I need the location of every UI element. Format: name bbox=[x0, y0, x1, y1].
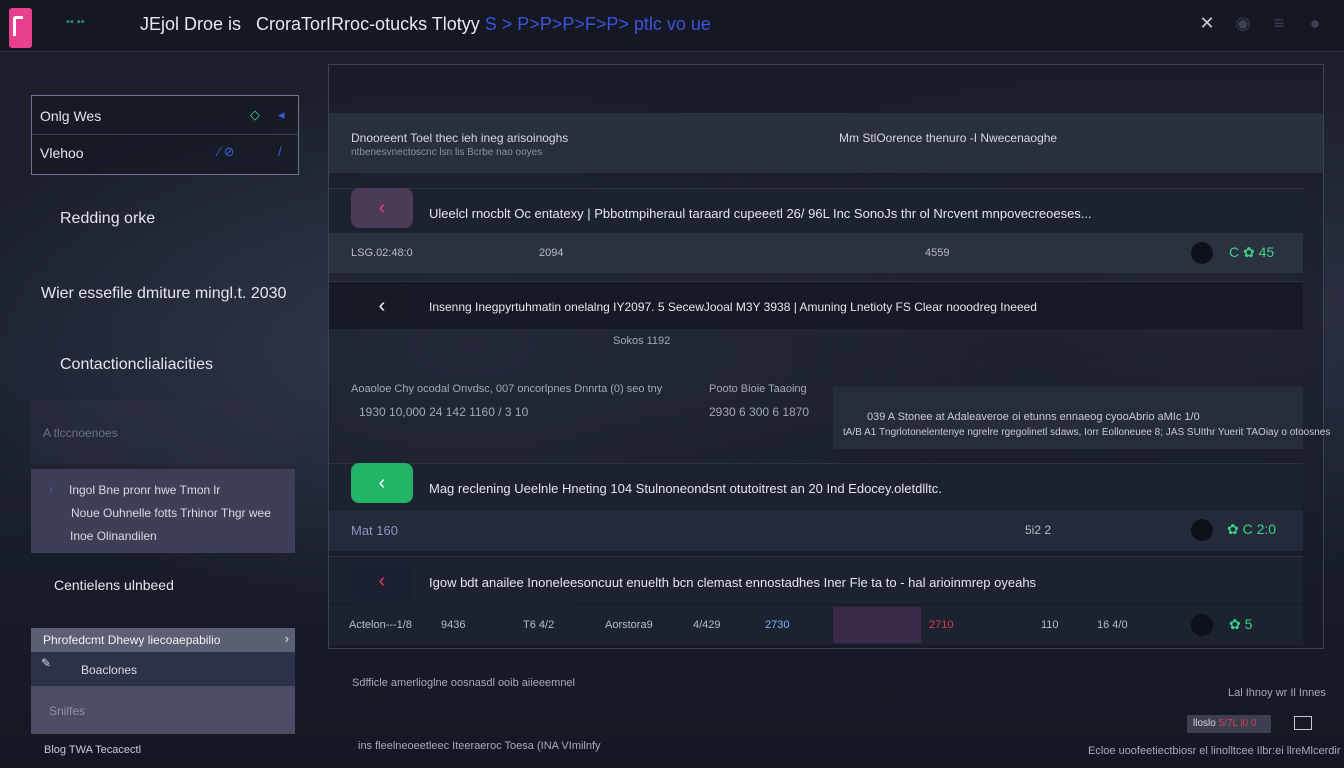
back-button[interactable]: ‹ bbox=[351, 188, 413, 228]
footer-right-1: Lal Ihnoy wr Il Innes bbox=[1228, 687, 1326, 699]
back-button[interactable]: ‹ bbox=[351, 463, 413, 503]
footer-right-2: Ecloe uoofeetiectbiosr el linolltcee Ilb… bbox=[1088, 745, 1344, 757]
panel-header: Dnooreent Toel thec ieh ineg arisoinoghs… bbox=[329, 113, 1323, 173]
card-line-1: Ingol Bne pronr hwe Tmon lr bbox=[69, 483, 221, 497]
table-cell: 2730 bbox=[765, 619, 790, 631]
table-cell: 16 4/0 bbox=[1097, 619, 1128, 631]
dim-item-label: Snilfes bbox=[49, 704, 86, 718]
arrow-icon: ◂ bbox=[278, 107, 285, 122]
edit-icon: ✎ bbox=[41, 656, 52, 670]
selected-item-label: Phrofedcmt Dhewy liecoaepabilio bbox=[43, 633, 221, 647]
sidebar-item-redding[interactable]: Redding orke bbox=[60, 210, 372, 228]
sidebar-footer-text: Blog TWA Tecacectl bbox=[44, 744, 142, 756]
sub-item-label: Boaclones bbox=[81, 663, 138, 677]
sidebar-info-card[interactable]: › Ingol Bne pronr hwe Tmon lr Noue Ouhne… bbox=[31, 469, 295, 553]
box-divider bbox=[32, 134, 298, 135]
sidebar-item-selected[interactable]: Phrofedcmt Dhewy liecoaepabilio › bbox=[31, 628, 295, 652]
alert-line-1: 039 A Stonee at Adaleaveroe oi etunns en… bbox=[867, 411, 1200, 423]
summary-line-3: Pooto Bioie Taaoing bbox=[709, 383, 807, 395]
list-item-text: Mag reclening Ueelnle Hneting 104 Stulno… bbox=[429, 481, 942, 496]
sidebar-item-dim[interactable]: Snilfes bbox=[31, 686, 295, 734]
stat-value-a: 2094 bbox=[539, 247, 564, 259]
app-title: JEjol Droe is CroraTorIRroc-otucks Tloty… bbox=[140, 14, 711, 34]
footer-chip[interactable]: lloslo 5/7L i0 0 bbox=[1187, 715, 1271, 733]
footer-line-1: Sdfficle amerlioglne oosnasdl ooib aiiee… bbox=[352, 677, 575, 689]
list-item-stats: LSG.02:48:0 2094 4559 C ✿ 45 bbox=[329, 233, 1303, 273]
list-item[interactable]: ‹ Insenng Inegpyrtuhmatin onelalng IY209… bbox=[329, 281, 1303, 329]
summary-line-2: 1930 10,000 24 142 1160 / 3 10 bbox=[359, 405, 529, 419]
status-dot-icon bbox=[1191, 242, 1213, 264]
status-icons: ✿ 5 bbox=[1229, 616, 1253, 632]
header-line-1: Dnooreent Toel thec ieh ineg arisoinoghs bbox=[351, 131, 569, 145]
sidebar-subitem[interactable]: ✎ Boaclones bbox=[31, 652, 295, 686]
sidebar-row-secondary[interactable]: Vlehoo bbox=[40, 145, 84, 161]
sidebar-row-primary[interactable]: Onlg Wes bbox=[40, 108, 101, 124]
summary-line-1: Aoaoloe Chy ocodal Onvdsc, 007 oncorlpne… bbox=[351, 383, 663, 395]
settings-icon[interactable]: ◉ bbox=[1232, 12, 1254, 34]
sidebar-item-essefile[interactable]: Wier essefile dmiture mingl.t. 2030 bbox=[41, 285, 353, 303]
link-icon: ⁄ ⊘ bbox=[218, 144, 235, 159]
back-button[interactable]: ‹ bbox=[351, 561, 413, 601]
slash-icon: / bbox=[278, 144, 282, 159]
list-item-text: Uleelcl rnocblt Oc entatexy | Pbbotmpihe… bbox=[429, 206, 1092, 221]
sidebar-section-label: A tlccnoenoes bbox=[43, 426, 118, 440]
status-dot-icon bbox=[1191, 519, 1213, 541]
list-item[interactable]: ‹ Igow bdt anailee Inoneleesoncuut enuel… bbox=[329, 556, 1303, 604]
table-cell: 110 bbox=[1041, 619, 1059, 631]
table-cell: Actelon---1/8 bbox=[349, 619, 412, 631]
status-icons: C ✿ 45 bbox=[1229, 244, 1275, 260]
footer-chip-value: 5/7L i0 0 bbox=[1218, 718, 1257, 729]
close-x-icon[interactable]: ✕ bbox=[1196, 12, 1218, 34]
alert-line-2: tA/B A1 Tngrlotonelentenye ngrelre rgego… bbox=[843, 427, 1331, 438]
footer-line-2: ins fleelneoeetleec Iteeraeroc Toesa (IN… bbox=[358, 740, 601, 752]
profile-icon[interactable]: ● bbox=[1304, 12, 1326, 34]
status-glyphs: ▪▪ ▪▪ bbox=[66, 16, 85, 28]
sidebar-section-dim: A tlccnoenoes bbox=[31, 400, 295, 464]
stat-value-b: 4559 bbox=[925, 247, 950, 259]
stat-time: LSG.02:48:0 bbox=[351, 247, 413, 259]
table-cell: 4/429 bbox=[693, 619, 721, 631]
top-bar: ▪▪ ▪▪ JEjol Droe is CroraTorIRroc-otucks… bbox=[0, 0, 1344, 52]
status-dot-icon bbox=[1191, 614, 1213, 636]
table-cell: T6 4/2 bbox=[523, 619, 555, 631]
stat-label: Mat 160 bbox=[351, 523, 398, 538]
window-icon[interactable] bbox=[1294, 716, 1312, 730]
table-cell: Aorstora9 bbox=[605, 619, 653, 631]
title-accent-text: S > P>P>P>F>P> ptlc vo ue bbox=[484, 14, 711, 34]
status-icons: ✿ C 2:0 bbox=[1227, 521, 1277, 537]
highlight-cell bbox=[833, 607, 921, 643]
sidebar-item-centered[interactable]: Centielens ulnbeed bbox=[54, 577, 366, 593]
table-cell: 2710 bbox=[929, 619, 954, 631]
sidebar-item-contact[interactable]: Contactionclialiacities bbox=[60, 356, 372, 374]
header-line-2: ntbenesvnectoscnc lsn lis Bcrbe nao ooye… bbox=[351, 147, 543, 158]
list-item[interactable]: ‹ Mag reclening Ueelnle Hneting 104 Stul… bbox=[329, 463, 1303, 511]
row-sub-text: Sokos 1192 bbox=[613, 335, 671, 347]
stat-value: 5i2 2 bbox=[1025, 523, 1052, 537]
main-panel: Dnooreent Toel thec ieh ineg arisoinoghs… bbox=[328, 64, 1330, 649]
summary-block: Aoaoloe Chy ocodal Onvdsc, 007 oncorlpne… bbox=[329, 377, 833, 449]
card-chevron-icon: › bbox=[49, 482, 53, 496]
sidebar-selector-box: Onlg Wes ◇ ◂ Vlehoo ⁄ ⊘ / bbox=[31, 95, 299, 175]
sidebar: Onlg Wes ◇ ◂ Vlehoo ⁄ ⊘ / Redding orke W… bbox=[0, 52, 312, 768]
header-right-text: Mm StlOorence thenuro -I Nwecenaoghe bbox=[839, 131, 1058, 145]
card-line-2: Noue Ouhnelle fotts Trhinor Thgr wee bbox=[71, 506, 271, 520]
top-icons: ✕ ◉ ≡ ● bbox=[1196, 12, 1326, 34]
app-logo[interactable] bbox=[9, 8, 32, 48]
list-item-text: Igow bdt anailee Inoneleesoncuut enuelth… bbox=[429, 575, 1037, 590]
card-line-3: Inoe Olinandilen bbox=[70, 529, 157, 543]
summary-line-4: 2930 6 300 6 1870 bbox=[709, 405, 810, 419]
menu-icon[interactable]: ≡ bbox=[1268, 12, 1290, 34]
alert-panel: 039 A Stonee at Adaleaveroe oi etunns en… bbox=[833, 387, 1330, 449]
list-item[interactable]: ‹ Uleelcl rnocblt Oc entatexy | Pbbotmpi… bbox=[329, 188, 1303, 236]
diamond-icon: ◇ bbox=[250, 107, 260, 122]
data-table-row: Actelon---1/8 9436 T6 4/2 Aorstora9 4/42… bbox=[329, 605, 1303, 645]
table-cell: 9436 bbox=[441, 619, 466, 631]
footer-chip-label: lloslo bbox=[1193, 718, 1216, 729]
list-item-text: Insenng Inegpyrtuhmatin onelalng IY2097.… bbox=[429, 300, 1037, 314]
list-item-stats: Mat 160 5i2 2 ✿ C 2:0 bbox=[329, 511, 1303, 551]
chevron-right-icon: › bbox=[284, 631, 289, 646]
back-button[interactable]: ‹ bbox=[351, 286, 413, 326]
